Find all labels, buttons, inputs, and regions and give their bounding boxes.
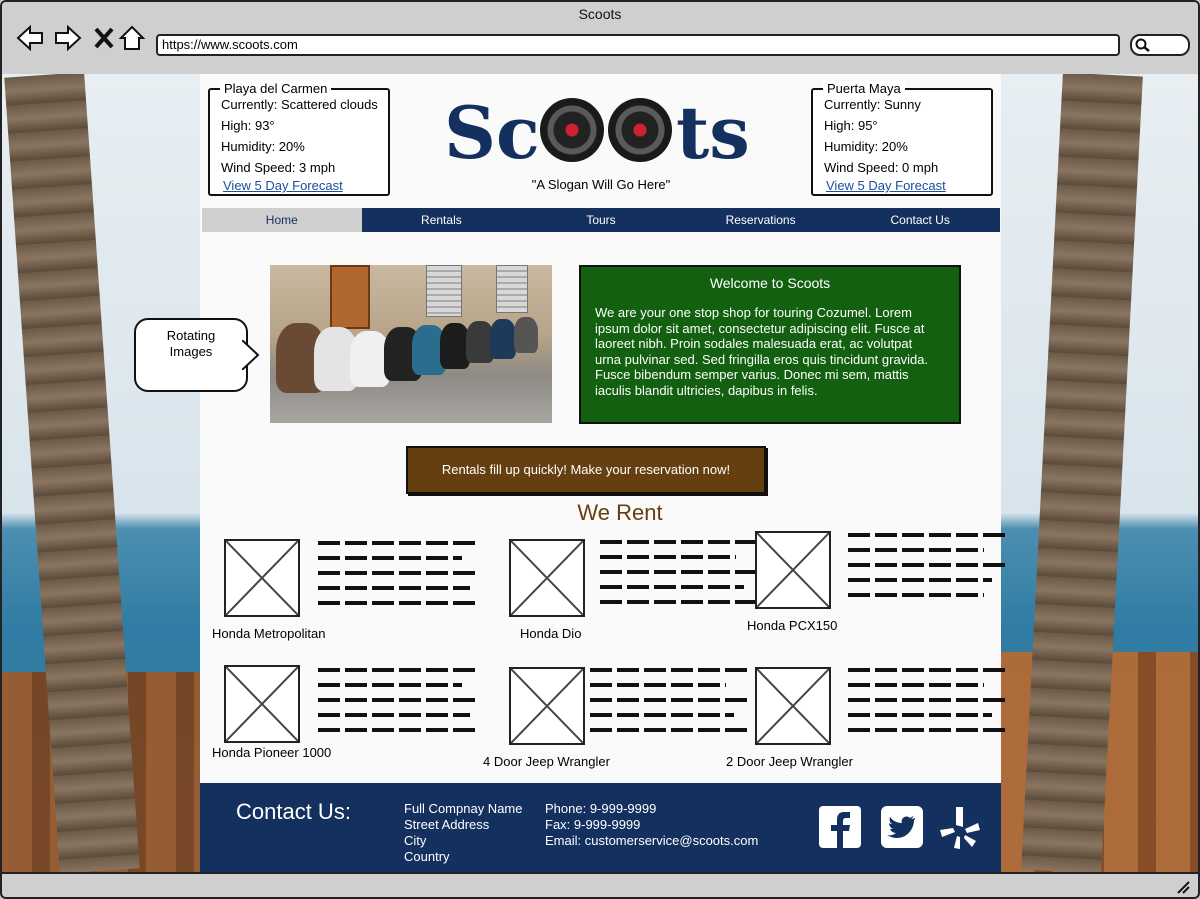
window-title: Scoots (578, 6, 622, 22)
slogan: "A Slogan Will Go Here" (531, 177, 671, 192)
weather-location: Playa del Carmen (220, 81, 332, 96)
back-icon[interactable] (16, 24, 44, 52)
image-placeholder-icon (509, 667, 585, 745)
weather-humidity: Humidity: 20% (221, 139, 305, 154)
forecast-link[interactable]: View 5 Day Forecast (223, 178, 343, 193)
weather-high: High: 93° (221, 118, 275, 133)
main-nav: Home Rentals Tours Reservations Contact … (202, 208, 1000, 232)
nav-reservations[interactable]: Reservations (681, 208, 841, 232)
footer-title: Contact Us: (236, 799, 351, 824)
status-bar (2, 872, 1198, 897)
nav-contact-us[interactable]: Contact Us (840, 208, 1000, 232)
resize-grip-icon[interactable] (1176, 880, 1190, 894)
rental-name: Honda PCX150 (747, 618, 838, 633)
footer-address: Full Compnay Name Street Address City Co… (404, 801, 523, 865)
phone: Phone: 9-999-9999 (545, 801, 657, 816)
description-scribble (848, 668, 1008, 743)
description-scribble (848, 533, 1008, 608)
hero-scooter (514, 317, 538, 353)
callout-text: Rotating Images (166, 328, 216, 359)
city: City (404, 833, 427, 848)
image-placeholder-icon (755, 667, 831, 745)
weather-wind: Wind Speed: 0 mph (824, 160, 939, 175)
page: Playa del Carmen Currently: Scattered cl… (134, 74, 1008, 872)
country: Country (404, 849, 450, 864)
description-scribble (318, 668, 478, 743)
hero-shutter (496, 265, 528, 313)
callout-pointer (242, 340, 260, 370)
company-name: Full Compnay Name (404, 801, 523, 816)
hero-door (330, 265, 370, 329)
title-bar: Scoots https://www.scoots.com (2, 2, 1198, 76)
image-placeholder-icon (224, 539, 300, 617)
logo-text-start: Sc (444, 90, 540, 175)
image-placeholder-icon (755, 531, 831, 609)
description-scribble (590, 668, 750, 743)
home-icon[interactable] (118, 24, 146, 52)
weather-humidity: Humidity: 20% (824, 139, 908, 154)
facebook-icon[interactable] (818, 805, 862, 849)
hero-scooter (490, 319, 516, 359)
welcome-panel: Welcome to Scoots We are your one stop s… (579, 265, 961, 424)
hero-shutter (426, 265, 462, 317)
street-address: Street Address (404, 817, 490, 832)
we-rent-heading: We Rent (577, 500, 663, 525)
wheel-icon (540, 98, 604, 162)
welcome-body: We are your one stop shop for touring Co… (595, 305, 929, 398)
weather-widget-left: Playa del Carmen Currently: Scattered cl… (208, 81, 390, 196)
description-scribble (318, 541, 478, 616)
nav-rentals[interactable]: Rentals (362, 208, 522, 232)
browser-search[interactable] (1130, 34, 1190, 56)
forecast-link[interactable]: View 5 Day Forecast (826, 178, 946, 193)
weather-location: Puerta Maya (823, 81, 905, 96)
footer: Contact Us: Full Compnay Name Street Add… (200, 783, 1001, 872)
rental-name: Honda Metropolitan (212, 626, 326, 641)
browser-window: Scoots https://www.scoots.com Playa del … (0, 0, 1200, 899)
fax: Fax: 9-999-9999 (545, 817, 641, 832)
stop-icon[interactable] (90, 24, 118, 52)
rental-name: 2 Door Jeep Wrangler (726, 754, 853, 769)
rental-name: 4 Door Jeep Wrangler (483, 754, 610, 769)
url-input[interactable]: https://www.scoots.com (156, 34, 1120, 56)
welcome-title: Welcome to Scoots (709, 275, 831, 291)
footer-contact: Phone: 9-999-9999 Fax: 9-999-9999 Email:… (545, 801, 758, 849)
email[interactable]: Email: customerservice@scoots.com (545, 833, 758, 849)
rotating-images-callout: Rotating Images (134, 318, 260, 392)
weather-currently: Currently: Scattered clouds (221, 97, 378, 112)
weather-wind: Wind Speed: 3 mph (221, 160, 336, 175)
logo-text-end: ts (676, 90, 750, 175)
weather-widget-right: Puerta Maya Currently: Sunny High: 95° H… (811, 81, 993, 196)
weather-high: High: 95° (824, 118, 878, 133)
reservation-cta-button[interactable]: Rentals fill up quickly! Make your reser… (406, 446, 766, 494)
logo[interactable]: Sc ts (444, 88, 758, 175)
wheel-icon (608, 98, 672, 162)
search-icon (1135, 38, 1150, 52)
twitter-icon[interactable] (880, 805, 924, 849)
description-scribble (600, 540, 760, 615)
nav-home[interactable]: Home (202, 208, 362, 232)
rental-name: Honda Pioneer 1000 (212, 745, 332, 760)
hero-rotating-image[interactable] (270, 265, 552, 423)
image-placeholder-icon (509, 539, 585, 617)
viewport: Playa del Carmen Currently: Scattered cl… (2, 74, 1198, 872)
weather-currently: Currently: Sunny (824, 97, 921, 112)
yelp-icon[interactable] (938, 805, 982, 849)
nav-tours[interactable]: Tours (521, 208, 681, 232)
image-placeholder-icon (224, 665, 300, 743)
rental-name: Honda Dio (520, 626, 582, 641)
forward-icon[interactable] (54, 24, 82, 52)
